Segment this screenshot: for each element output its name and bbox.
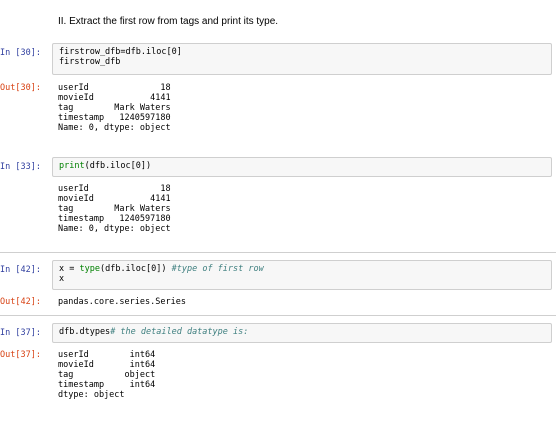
markdown-heading: II. Extract the first row from tags and …: [58, 16, 279, 27]
code-cell-33[interactable]: print(dfb.iloc[0]): [52, 157, 552, 177]
code-text: dfb.dtypes: [59, 327, 111, 337]
code-cell-42[interactable]: x = type(dfb.iloc[0]) #type of first row…: [52, 260, 552, 290]
output-33: userId 18 movieId 4141 tag Mark Waters t…: [58, 184, 171, 234]
output-30: userId 18 movieId 4141 tag Mark Waters t…: [58, 83, 171, 133]
code-cell-37[interactable]: dfb.dtypes# the detailed datatype is:: [52, 323, 552, 343]
code-line: firstrow_dfb: [59, 57, 121, 67]
code-cell-30[interactable]: firstrow_dfb=dfb.iloc[0] firstrow_dfb: [52, 43, 552, 75]
code-text: x =: [59, 264, 80, 274]
builtin-print: print: [59, 161, 85, 171]
in-prompt-33: In [33]:: [0, 162, 41, 172]
out-prompt-30: Out[30]:: [0, 83, 41, 93]
code-text: (dfb.iloc[0]): [99, 264, 172, 274]
out-prompt-42: Out[42]:: [0, 297, 41, 307]
code-comment: # the detailed datatype is:: [110, 327, 249, 337]
code-line: x: [59, 274, 65, 284]
code-text: (dfb.iloc[0]): [84, 161, 152, 171]
code-comment: #type of first row: [171, 264, 264, 274]
output-37: userId int64 movieId int64 tag object ti…: [58, 350, 156, 400]
cell-separator: [0, 315, 556, 316]
code-line: firstrow_dfb=dfb.iloc[0]: [59, 47, 182, 57]
in-prompt-42: In [42]:: [0, 265, 41, 275]
in-prompt-30: In [30]:: [0, 48, 41, 58]
output-42: pandas.core.series.Series: [58, 297, 186, 307]
builtin-type: type: [79, 264, 100, 274]
in-prompt-37: In [37]:: [0, 328, 41, 338]
cell-separator: [0, 252, 556, 253]
out-prompt-37: Out[37]:: [0, 350, 41, 360]
